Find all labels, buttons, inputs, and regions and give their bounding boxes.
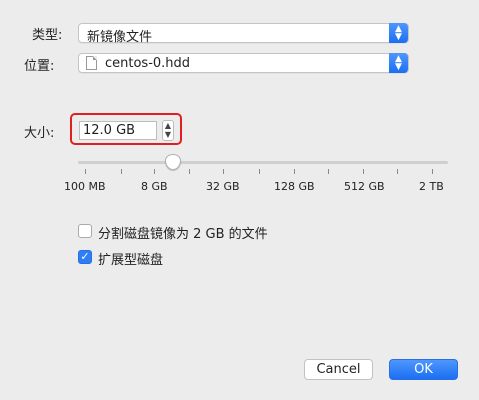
slider-tick <box>223 169 224 174</box>
checkmark-icon: ✓ <box>80 250 90 263</box>
location-label: 位置: <box>24 59 55 74</box>
tick-label-8gb: 8 GB <box>141 180 168 193</box>
ok-button[interactable]: OK <box>389 359 458 380</box>
slider-tick <box>189 169 190 174</box>
tick-label-2tb: 2 TB <box>419 180 444 193</box>
slider-tick <box>154 169 155 174</box>
slider-tick <box>328 169 329 174</box>
location-popup[interactable]: centos-0.hdd ▲ ▼ <box>78 53 409 73</box>
file-icon <box>86 56 97 70</box>
popup-chevron-icon: ▲ ▼ <box>389 53 408 73</box>
split-checkbox[interactable] <box>78 224 92 238</box>
slider-tick <box>363 169 364 174</box>
size-slider-thumb[interactable] <box>165 154 181 170</box>
split-checkbox-label: 分割磁盘镜像为 2 GB 的文件 <box>98 227 268 242</box>
slider-tick <box>121 169 122 174</box>
tick-label-100mb: 100 MB <box>64 180 106 193</box>
tick-label-32gb: 32 GB <box>206 180 240 193</box>
slider-tick <box>294 169 295 174</box>
size-slider-track[interactable] <box>78 161 448 164</box>
type-label: 类型: <box>32 28 63 43</box>
popup-chevron-icon: ▲ ▼ <box>389 23 408 43</box>
expand-checkbox[interactable]: ✓ <box>78 250 92 264</box>
location-value: centos-0.hdd <box>105 56 191 71</box>
slider-tick <box>85 169 86 174</box>
size-highlight: 12.0 GB ▲ ▼ <box>70 113 182 145</box>
slider-tick <box>259 169 260 174</box>
slider-tick <box>397 169 398 174</box>
size-stepper[interactable]: ▲ ▼ <box>162 120 174 141</box>
slider-tick <box>432 169 433 174</box>
expand-checkbox-label: 扩展型磁盘 <box>98 253 164 268</box>
tick-label-512gb: 512 GB <box>344 180 385 193</box>
size-label: 大小: <box>24 126 55 141</box>
tick-label-128gb: 128 GB <box>274 180 315 193</box>
size-input[interactable]: 12.0 GB <box>79 121 157 140</box>
type-value: 新镜像文件 <box>87 30 153 45</box>
cancel-button[interactable]: Cancel <box>304 359 373 380</box>
type-popup[interactable]: 新镜像文件 ▲ ▼ <box>78 23 409 45</box>
